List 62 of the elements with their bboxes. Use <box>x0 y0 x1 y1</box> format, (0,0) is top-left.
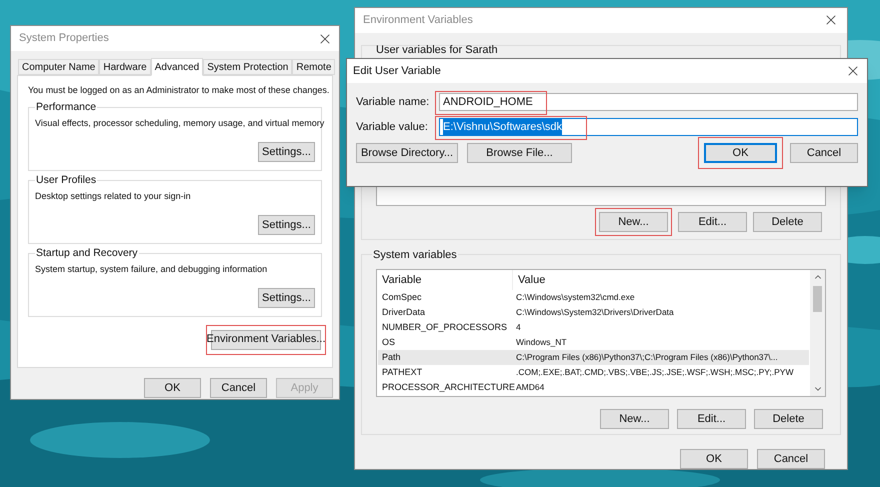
column-header[interactable]: Value <box>513 270 810 290</box>
group-title: Startup and Recovery <box>35 246 139 262</box>
table-cell-text: C:\Program Files (x86)\Python37\;C:\Program Files (x86)\Python37\... <box>515 351 779 364</box>
dialog-button[interactable]: New... <box>600 408 669 429</box>
dialog-button[interactable]: Cancel <box>757 449 825 469</box>
table-row[interactable]: OS Windows_NT <box>378 334 809 350</box>
table-cell-text: OS <box>381 336 396 349</box>
window-title: Edit User Variable <box>353 64 441 79</box>
scrollbar[interactable] <box>810 270 825 396</box>
dialog-button[interactable]: Settings... <box>258 142 315 162</box>
table-cell-text: C:\Windows\System32\Drivers\DriverData <box>515 306 675 319</box>
table-row[interactable]: NUMBER_OF_PROCESSORS 4 <box>378 320 809 335</box>
table-cell-text: .COM;.EXE;.BAT;.CMD;.VBS;.VBE;.JS;.JSE;.WSF;.WSH;.MSC;.PY;.PYW <box>515 366 794 379</box>
dialog-button[interactable]: Cancel <box>210 378 267 398</box>
group-description: System startup, system failure, and debugging information <box>35 262 268 276</box>
table-row[interactable]: PATHEXT .COM;.EXE;.BAT;.CMD;.VBS;.VBE;.JS;.JSE;.WSF;.WSH;.MSC;.PY;.PYW <box>378 364 809 380</box>
dialog-button[interactable]: Edit... <box>677 408 746 429</box>
notice-text: You must be logged on as an Administrator to make most of these changes. <box>28 84 330 97</box>
dialog-button[interactable]: Delete <box>753 212 822 232</box>
table-cell-text: Path <box>381 350 402 364</box>
column-header[interactable]: Variable <box>377 270 513 290</box>
window-title: Environment Variables <box>363 13 473 28</box>
table-row[interactable]: PROCESSOR_ARCHITECTUREAMD64 <box>378 380 809 395</box>
field-label: Variable name: <box>356 94 430 110</box>
dialog-button[interactable]: Settings... <box>258 288 315 308</box>
group-title: User variables for Sarath <box>376 42 498 58</box>
dialog-button[interactable]: Browse Directory... <box>356 143 458 163</box>
scroll-thumb[interactable] <box>813 286 822 312</box>
dialog-button[interactable]: Delete <box>754 408 823 429</box>
group-description: Desktop settings related to your sign-in <box>35 190 191 203</box>
table-cell-text: C:\Windows\system32\cmd.exe <box>515 291 636 304</box>
dialog-button[interactable]: Settings... <box>258 215 315 235</box>
table-cell-text: PROCESSOR_ARCHITECTURE <box>381 380 513 394</box>
table-cell-text: ComSpec <box>381 290 423 304</box>
field-label: Variable value: <box>356 120 429 135</box>
tab[interactable]: System Protection <box>203 59 292 75</box>
dialog-button[interactable]: Cancel <box>790 143 858 163</box>
table-row[interactable]: ComSpec C:\Windows\system32\cmd.exe <box>378 290 809 305</box>
table-cell-text: DriverData <box>381 306 426 319</box>
dialog-button[interactable]: OK <box>680 449 748 469</box>
table-row[interactable]: DriverData C:\Windows\System32\Drivers\DriverData <box>378 304 809 320</box>
dialog-button[interactable]: Edit... <box>678 212 747 232</box>
dialog-button[interactable]: Browse File... <box>467 143 572 163</box>
table-row[interactable]: Path C:\Program Files (x86)\Python37\;C:\Program Files (x86)\Python37\... <box>378 350 809 365</box>
dialog-button[interactable]: New... <box>599 212 668 232</box>
group-description: Visual effects, processor scheduling, memory usage, and virtual memory <box>35 116 324 130</box>
field-value: ANDROID_HOME <box>443 94 533 110</box>
tab[interactable]: Computer Name <box>18 59 100 75</box>
tab[interactable]: Advanced <box>150 58 204 76</box>
table-cell-text: NUMBER_OF_PROCESSORS <box>381 320 508 334</box>
window-title: System Properties <box>19 31 109 46</box>
input-field[interactable]: ANDROID_HOME <box>439 93 858 111</box>
tab[interactable]: Hardware <box>99 59 151 75</box>
table-cell-text: 4 <box>515 321 522 334</box>
input-field[interactable]: E:\Vishnu\Softwares\sdk <box>439 118 858 136</box>
dialog-button[interactable]: OK <box>704 143 777 163</box>
table-cell-text: AMD64 <box>515 381 546 394</box>
table-cell-text: Windows_NT <box>515 336 568 349</box>
tab[interactable]: Remote <box>292 59 336 75</box>
table-cell-text: PATHEXT <box>381 366 424 379</box>
dialog-button[interactable]: OK <box>144 378 201 398</box>
field-value: E:\Vishnu\Softwares\sdk <box>443 118 562 136</box>
